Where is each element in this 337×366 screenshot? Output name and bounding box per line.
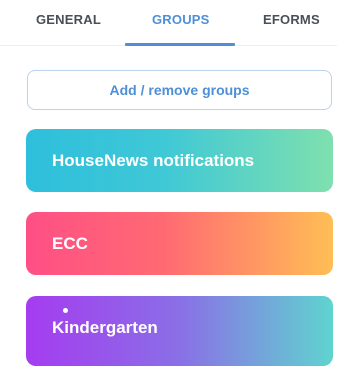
add-remove-groups-button[interactable]: Add / remove groups: [27, 70, 332, 110]
tab-groups[interactable]: GROUPS: [152, 12, 210, 27]
group-card-label: HouseNews notifications: [52, 150, 255, 170]
group-card-label: ECC: [52, 233, 88, 253]
tab-general[interactable]: GENERAL: [36, 12, 101, 27]
add-remove-groups-label: Add / remove groups: [109, 82, 250, 98]
unread-dot-icon: [63, 308, 68, 313]
group-card-housenews-notifications[interactable]: HouseNews notifications: [26, 129, 333, 192]
group-card-ecc[interactable]: ECC: [26, 212, 333, 275]
active-tab-indicator: [125, 43, 235, 46]
group-card-label: Kindergarten: [52, 318, 158, 337]
tab-eforms[interactable]: EFORMS: [263, 12, 320, 27]
tab-bar: GENERAL GROUPS EFORMS: [0, 0, 337, 46]
